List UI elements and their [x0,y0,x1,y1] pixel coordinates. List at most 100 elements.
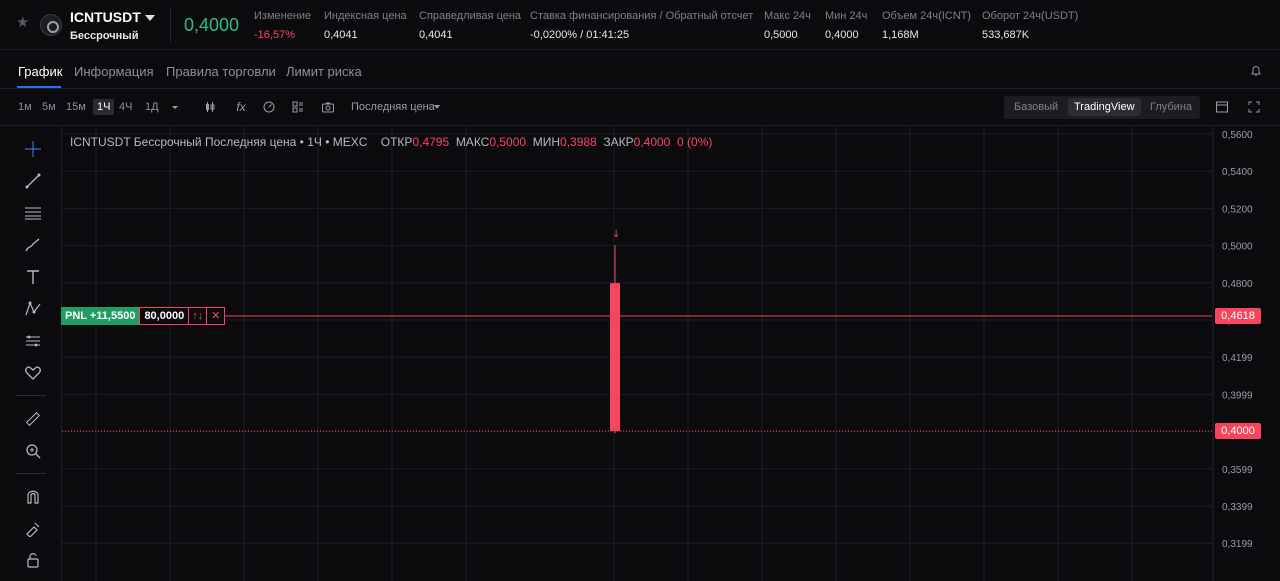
gauge-icon[interactable] [262,100,276,114]
stat-label: Ставка финансирования / Обратный отсчет [530,10,754,22]
divider [16,473,46,474]
tab-trading-rules[interactable]: Правила торговли [166,64,276,79]
legend-change: 0 (0%) [677,135,713,149]
drawing-toolbar [0,127,62,581]
stat-value: 533,687K [982,29,1030,41]
position-widget: PNL +11,5500 80,0000 ↑↓ ✕ [61,307,226,325]
stat-label: Оборот 24ч(USDT) [982,10,1079,22]
y-tick-label: 0,5400 [1222,167,1253,178]
legend-close-label: ЗАКР [603,135,634,149]
price-chart[interactable]: 0,56000,54000,52000,50000,48000,43990,41… [62,127,1280,581]
text-icon[interactable] [24,268,42,286]
reverse-position-button[interactable]: ↑↓ [189,307,208,325]
legend-low-value: 0,3988 [560,135,597,149]
stat-low-24h: Мин 24ч 0,4000 [825,10,867,41]
stat-value: 0,4041 [324,29,358,41]
measure-lines-icon[interactable] [24,332,42,350]
stat-value: 0,4041 [419,29,453,41]
close-position-button[interactable]: ✕ [207,307,226,325]
stat-label: Изменение [254,10,312,22]
stat-index-price: Индексная цена 0,4041 [324,10,407,41]
stat-label: Мин 24ч [825,10,868,22]
high-marker-arrow: ↓ [612,229,620,240]
magnet-icon[interactable] [24,487,42,505]
ticker-bar: ★ ICNTUSDT Бессрочный 0,4000 Изменение -… [0,0,1280,50]
position-qty[interactable]: 80,0000 [139,307,190,325]
templates-icon[interactable] [291,100,305,114]
stat-value: 1,168M [882,29,919,41]
stat-label: Справедливая цена [419,10,522,22]
view-depth[interactable]: Глубина [1150,101,1192,113]
chart-grid [62,127,1212,581]
stat-high-24h: Макс 24ч 0,5000 [764,10,811,41]
fullscreen-icon[interactable] [1247,100,1261,114]
timeframe-1d[interactable]: 1Д [145,101,159,113]
timeframe-4h[interactable]: 4Ч [119,101,132,113]
chart-legend: ICNTUSDT Бессрочный Последняя цена • 1Ч … [70,135,712,149]
lock-drawing-icon[interactable] [24,519,42,537]
legend-open-label: ОТКР [380,135,413,149]
legend-low-label: МИН [532,135,561,149]
stat-label: Объем 24ч(ICNT) [882,10,972,22]
divider [170,8,171,42]
chevron-down-icon[interactable] [145,15,155,21]
coin-logo [40,14,62,36]
content-tabs: График Информация Правила торговли Лимит… [0,51,1280,89]
crosshair-icon[interactable] [24,140,42,158]
tab-chart[interactable]: График [18,64,62,79]
heart-icon[interactable] [24,364,42,382]
stat-funding[interactable]: Ставка финансирования / Обратный отсчет … [530,10,753,41]
pattern-icon[interactable] [24,300,42,318]
divider [16,395,46,396]
legend-open-value: 0,4795 [412,135,450,149]
last-price: 0,4000 [184,15,240,35]
tab-info[interactable]: Информация [74,64,154,79]
stat-fair-price: Справедливая цена 0,4041 [419,10,521,41]
stat-label: Макс 24ч [764,10,811,22]
bell-icon[interactable] [1250,65,1262,77]
layout-icon[interactable] [1215,100,1229,114]
unlock-icon[interactable] [24,551,42,569]
timeframe-15m[interactable]: 15м [66,101,86,113]
chevron-down-icon[interactable] [434,105,440,109]
horizontal-lines-icon[interactable] [24,204,42,222]
zoom-in-icon[interactable] [24,442,42,460]
timeframe-1m[interactable]: 1м [18,101,32,113]
price-type-select[interactable]: Последняя цена [351,101,435,113]
stat-change: Изменение -16,57% [254,10,311,41]
y-tick-label: 0,5600 [1222,130,1253,141]
view-tradingview[interactable]: TradingView [1068,98,1141,116]
timeframe-5m[interactable]: 5м [42,101,56,113]
y-tick-label: 0,5000 [1222,242,1253,253]
legend-title: ICNTUSDT Бессрочный Последняя цена • 1Ч … [70,135,368,149]
chevron-down-icon[interactable] [168,100,182,114]
timeframe-1h[interactable]: 1Ч [93,99,115,115]
y-tick-label: 0,3999 [1222,390,1253,401]
tab-risk-limit[interactable]: Лимит риска [286,64,362,79]
stat-volume-24h: Объем 24ч(ICNT) 1,168M [882,10,971,41]
camera-icon[interactable] [321,100,335,114]
legend-high-value: 0,5000 [489,135,527,149]
stat-value: -0,0200% / 01:41:25 [530,29,630,41]
stat-value: 0,4000 [825,29,859,41]
trend-line-icon[interactable] [24,172,42,190]
candlestick-type-icon[interactable] [203,100,217,114]
brush-icon[interactable] [24,236,42,254]
last-price-tag: 0,4000 [1215,423,1261,439]
legend-high-label: МАКС [455,135,490,149]
stat-value: 0,5000 [764,29,798,41]
legend-close-value: 0,4000 [633,135,671,149]
position-pnl: PNL +11,5500 [61,307,140,325]
view-switch: Базовый TradingView Глубина [1004,96,1200,119]
indicators-icon[interactable]: fx [234,100,248,114]
entry-price-tag: 0,4618 [1215,308,1261,325]
y-tick-label: 0,3599 [1222,465,1253,476]
ruler-icon[interactable] [24,410,42,428]
symbol-name[interactable]: ICNTUSDT [70,9,141,25]
star-icon[interactable]: ★ [16,15,32,31]
y-tick-label: 0,3199 [1222,539,1253,550]
price-axis: 0,56000,54000,52000,50000,48000,43990,41… [1212,127,1253,581]
view-basic[interactable]: Базовый [1014,101,1058,113]
active-tab-indicator [17,86,61,88]
stat-value: -16,57% [254,29,295,41]
